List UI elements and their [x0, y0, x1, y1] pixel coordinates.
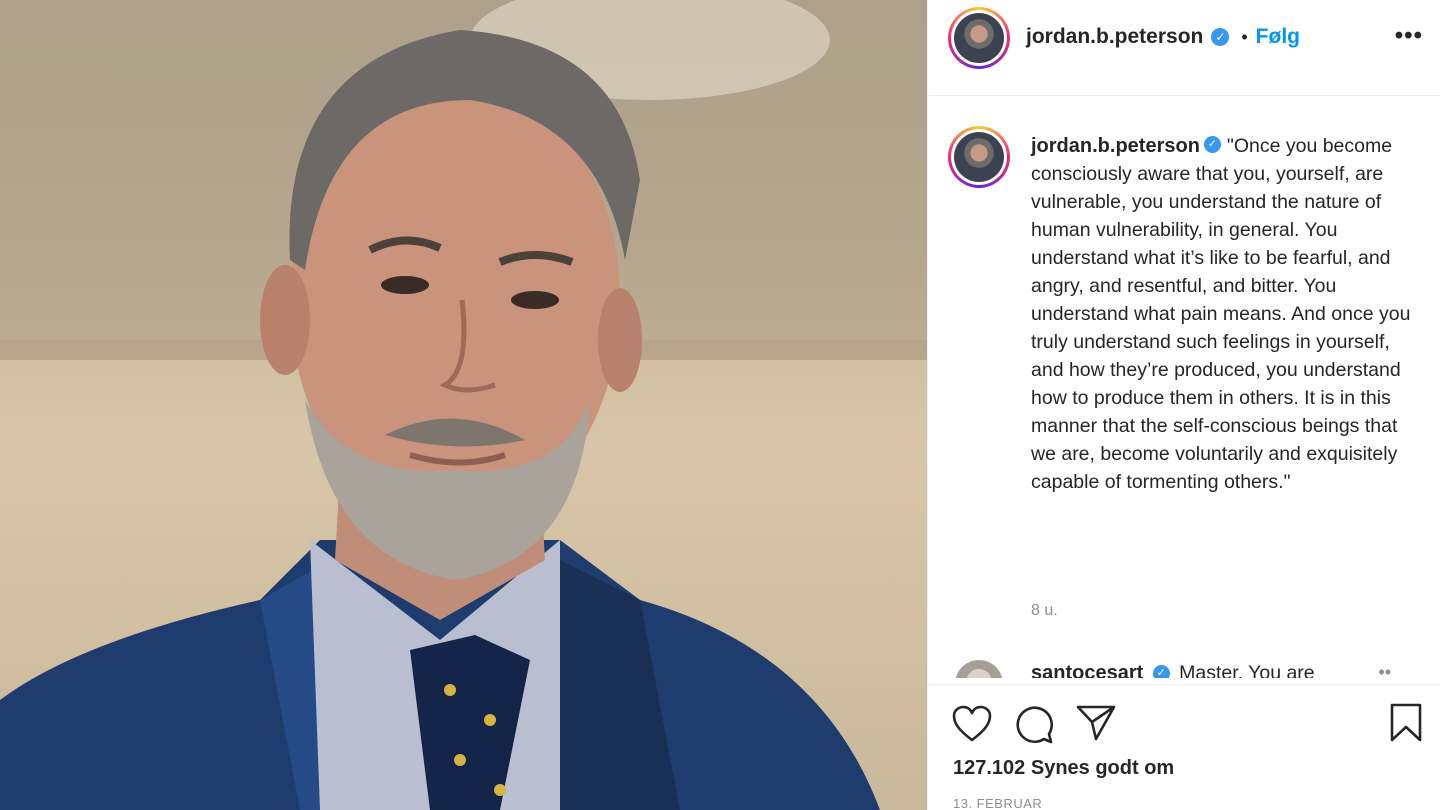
heart-icon[interactable] [952, 705, 992, 743]
portrait-illustration [0, 0, 927, 810]
caption-author-username[interactable]: jordan.b.peterson [1031, 135, 1200, 157]
verified-badge-icon: ✓ [1203, 136, 1221, 154]
comment-icon[interactable] [1014, 704, 1054, 744]
post-photo[interactable] [0, 0, 927, 810]
more-options-icon[interactable]: ••• [1395, 22, 1423, 50]
author-avatar[interactable] [948, 7, 1010, 69]
caption-text: "Once you become consciously aware that … [1031, 135, 1411, 493]
bookmark-icon[interactable] [1389, 703, 1423, 743]
commenter-username[interactable]: santocesart [1031, 662, 1143, 678]
follow-button[interactable]: Følg [1256, 25, 1300, 49]
post-header: jordan.b.peterson ✓ • Følg ••• [928, 0, 1440, 96]
avatar-image [954, 13, 1004, 63]
post-side-panel: jordan.b.peterson ✓ • Følg ••• jordan.b.… [927, 0, 1440, 810]
post-date[interactable]: 13. FEBRUAR [953, 796, 1042, 810]
comment-options-icon[interactable]: •• [1378, 662, 1391, 678]
commenter-avatar[interactable] [955, 660, 1003, 678]
separator-dot: • [1241, 26, 1248, 47]
caption-age[interactable]: 8 u. [1031, 602, 1058, 620]
author-username[interactable]: jordan.b.peterson [1026, 25, 1203, 49]
verified-badge-icon: ✓ [1211, 28, 1230, 46]
comment-row: santocesart ✓ Master, You are •• [928, 652, 1440, 678]
comment-text: Master, You are [1179, 662, 1315, 678]
paper-plane-icon[interactable] [1076, 704, 1116, 742]
action-bar: 127.102 Synes godt om 13. FEBRUAR [928, 684, 1440, 810]
post-caption: jordan.b.peterson ✓ "Once you become consc… [1031, 132, 1411, 496]
caption-author-avatar[interactable] [948, 126, 1010, 188]
likes-count[interactable]: 127.102 Synes godt om [953, 757, 1174, 780]
avatar-image [954, 132, 1004, 182]
verified-badge-icon: ✓ [1152, 665, 1170, 678]
